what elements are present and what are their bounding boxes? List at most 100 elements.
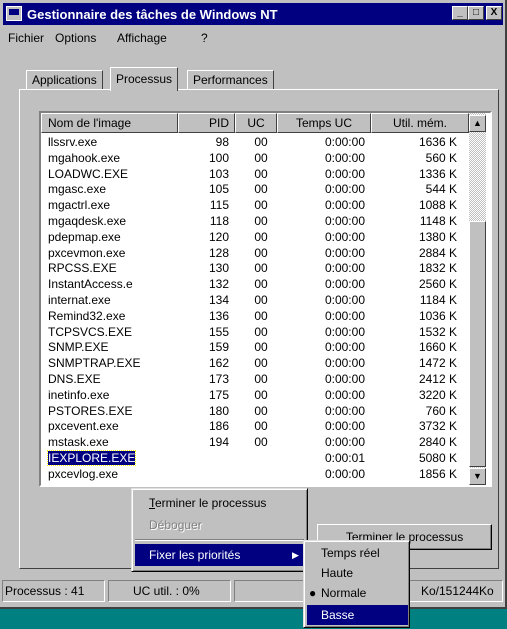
cell-pid: 175	[181, 388, 229, 403]
status-bar: Processus : 41 UC util. : 0% M Ko/151244…	[0, 576, 507, 604]
cell-name: pdepmap.exe	[48, 230, 121, 245]
cell-cpu-time-text: 0:00:00	[324, 150, 365, 165]
column-header-name[interactable]: Nom de l'image	[41, 113, 178, 133]
table-row[interactable]: SNMPTRAP.EXE 162 00 0:00:00 1472 K	[41, 356, 471, 371]
column-header-cpu-time[interactable]: Temps UC	[277, 113, 371, 133]
cell-name-text: pxcevmon.exe	[48, 245, 126, 260]
menu-options[interactable]: Options	[55, 31, 96, 45]
cell-name: inetinfo.exe	[48, 388, 109, 403]
tab-processus[interactable]: Processus	[110, 67, 179, 91]
cell-memory-text: 1380 K	[418, 229, 457, 244]
table-row[interactable]: mstask.exe 194 00 0:00:00 2840 K	[41, 435, 471, 450]
cell-pid-text: 186	[208, 419, 229, 434]
tab-performances[interactable]: Performances	[187, 70, 274, 90]
cell-cpu-time-text: 0:00:00	[324, 182, 365, 197]
table-row[interactable]: llssrv.exe 98 00 0:00:00 1636 K	[41, 135, 471, 150]
cell-memory-text: 1336 K	[418, 166, 457, 181]
cell-name: TCPSVCS.EXE	[48, 325, 132, 340]
table-row[interactable]: LOADWC.EXE 103 00 0:00:00 1336 K	[41, 167, 471, 182]
cell-cpu-text: 00	[254, 419, 268, 434]
menu-item-end-process[interactable]: Terminer le processus	[135, 492, 306, 514]
cell-cpu-time-text: 0:00:00	[324, 229, 365, 244]
maximize-button[interactable]: □	[468, 6, 484, 20]
menu-bar: Fichier Options Affichage ?	[3, 27, 503, 47]
table-row[interactable]: mgahook.exe 100 00 0:00:00 560 K	[41, 151, 471, 166]
process-list[interactable]: Nom de l'image PID UC Temps UC Util. mém…	[39, 111, 492, 487]
column-header-memory[interactable]: Util. mém.	[371, 113, 469, 133]
menu-item-low[interactable]: Basse	[307, 605, 408, 625]
table-row[interactable]: pxcevent.exe 186 00 0:00:00 3732 K	[41, 419, 471, 434]
cell-cpu-text: 00	[254, 293, 268, 307]
table-row[interactable]: InstantAccess.e 132 00 0:00:00 2560 K	[41, 277, 471, 292]
title-bar[interactable]: Gestionnaire des tâches de Windows NT _ …	[3, 3, 503, 25]
table-row[interactable]: internat.exe 134 00 0:00:00 1184 K	[41, 293, 471, 308]
scroll-up-icon[interactable]: ▲	[469, 115, 486, 132]
menu-item-debug[interactable]: Déboguer	[135, 514, 306, 536]
scrollbar-thumb[interactable]	[469, 221, 486, 467]
cell-memory-text: 1472 K	[418, 356, 457, 371]
menu-item-set-priority[interactable]: Fixer les priorités ▶	[135, 544, 306, 566]
cell-cpu-text: 00	[254, 150, 268, 165]
cell-pid-text: 118	[209, 214, 229, 228]
task-manager-icon[interactable]	[6, 6, 22, 21]
table-row[interactable]: mgaqdesk.exe 118 00 0:00:00 1148 K	[41, 214, 471, 229]
cell-cpu: 00	[251, 182, 271, 197]
menu-item-realtime[interactable]: Temps réel	[307, 543, 408, 563]
cell-cpu-time-text: 0:00:00	[324, 372, 365, 386]
cell-cpu-time-text: 0:00:00	[324, 403, 365, 418]
scroll-down-icon[interactable]: ▼	[469, 468, 486, 485]
cell-pid: 105	[181, 182, 229, 197]
cell-pid: 162	[181, 356, 229, 371]
cell-memory-text: 1036 K	[418, 308, 457, 323]
minimize-button[interactable]: _	[452, 6, 468, 20]
cell-cpu: 00	[251, 356, 271, 371]
cell-cpu: 00	[251, 151, 271, 166]
menu-help[interactable]: ?	[201, 31, 208, 45]
vertical-scrollbar[interactable]: ▲ ▼	[469, 113, 486, 485]
table-row[interactable]: pxcevlog.exe 0:00:00 1856 K	[41, 467, 471, 482]
cell-memory-text: 1660 K	[418, 340, 457, 355]
process-context-menu: Terminer le processus Déboguer Fixer les…	[131, 488, 308, 572]
table-row[interactable]: IEXPLORE.EXE 0:00:01 5080 K	[41, 450, 471, 466]
cell-cpu: 00	[251, 340, 271, 355]
cell-pid-text: 159	[208, 340, 229, 355]
table-row[interactable]: inetinfo.exe 175 00 0:00:00 3220 K	[41, 388, 471, 403]
table-row[interactable]: RPCSS.EXE 130 00 0:00:00 1832 K	[41, 261, 471, 276]
column-header-cpu[interactable]: UC	[235, 113, 277, 133]
cell-pid: 128	[181, 246, 229, 261]
cell-cpu-text: 00	[254, 166, 268, 181]
menu-item-high[interactable]: Haute	[307, 563, 408, 583]
table-row[interactable]: mgactrl.exe 115 00 0:00:00 1088 K	[41, 198, 471, 213]
cell-cpu-time-text: 0:00:00	[324, 356, 365, 371]
menu-item-normal[interactable]: ● Normale	[307, 583, 408, 603]
cell-pid: 194	[181, 435, 229, 450]
cell-cpu-time: 0:00:00	[313, 419, 365, 434]
menu-item-normal-label: Normale	[321, 586, 367, 600]
table-row[interactable]: DNS.EXE 173 00 0:00:00 2412 K	[41, 372, 471, 387]
cell-name-text: mgahook.exe	[48, 150, 121, 165]
table-row[interactable]: pdepmap.exe 120 00 0:00:00 1380 K	[41, 230, 471, 245]
cell-cpu-time: 0:00:00	[313, 404, 365, 419]
menu-fichier[interactable]: Fichier	[8, 31, 44, 45]
cell-memory: 1472 K	[386, 356, 457, 371]
table-row[interactable]: mgasc.exe 105 00 0:00:00 544 K	[41, 182, 471, 197]
table-row[interactable]: PSTORES.EXE 180 00 0:00:00 760 K	[41, 404, 471, 419]
table-row[interactable]: SNMP.EXE 159 00 0:00:00 1660 K	[41, 340, 471, 355]
table-row[interactable]: pxcevmon.exe 128 00 0:00:00 2884 K	[41, 246, 471, 261]
status-memory-prefix: M	[234, 580, 314, 602]
cell-memory: 1832 K	[386, 261, 457, 276]
cell-cpu-time-text: 0:00:00	[324, 466, 365, 481]
cell-pid-text: 175	[208, 387, 229, 402]
close-button[interactable]: X	[486, 6, 502, 20]
cell-name-text: pdepmap.exe	[48, 229, 121, 244]
column-header-pid[interactable]: PID	[178, 113, 235, 133]
cell-name-text: internat.exe	[48, 293, 111, 307]
cell-cpu: 00	[251, 277, 271, 292]
cell-memory-text: 2412 K	[418, 372, 457, 386]
cell-name-text: Remind32.exe	[48, 308, 126, 323]
cell-pid: 159	[181, 340, 229, 355]
tab-applications[interactable]: Applications	[26, 70, 103, 90]
table-row[interactable]: TCPSVCS.EXE 155 00 0:00:00 1532 K	[41, 325, 471, 340]
menu-affichage[interactable]: Affichage	[117, 31, 167, 45]
table-row[interactable]: Remind32.exe 136 00 0:00:00 1036 K	[41, 309, 471, 324]
